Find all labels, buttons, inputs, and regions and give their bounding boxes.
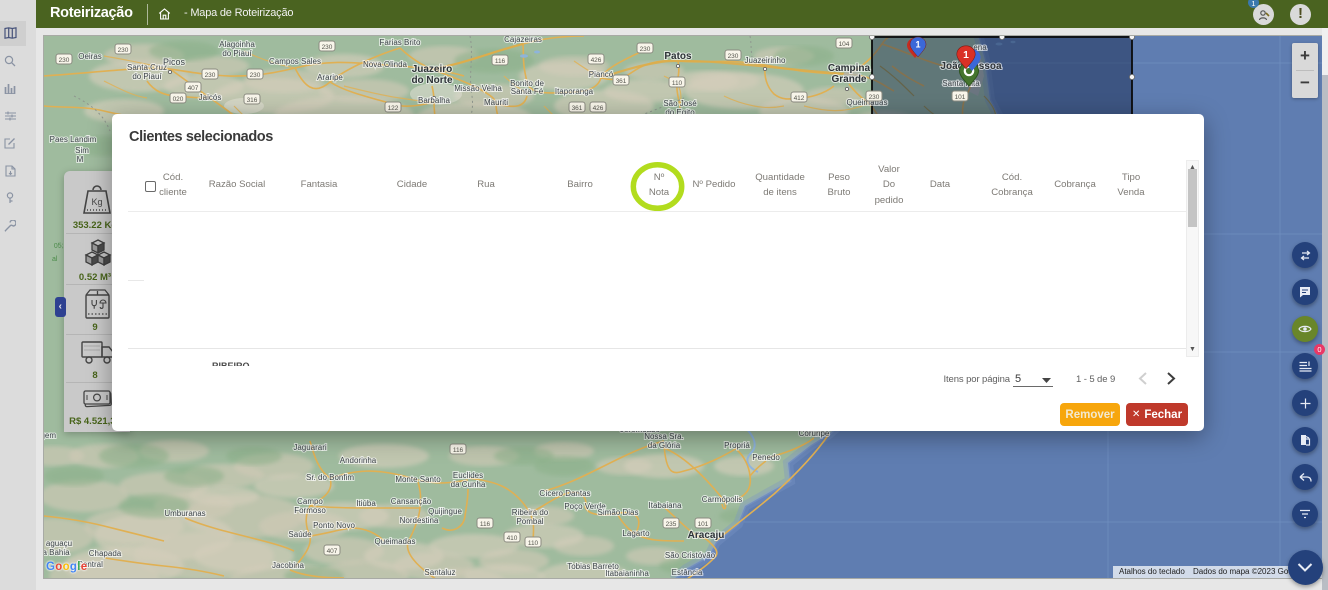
- svg-text:Euclides: Euclides: [453, 471, 483, 480]
- svg-text:Propriá: Propriá: [724, 441, 750, 450]
- svg-text:Itabaianinha: Itabaianinha: [605, 569, 649, 578]
- svg-text:Alagoinha: Alagoinha: [219, 40, 255, 49]
- svg-text:Lagarto: Lagarto: [622, 529, 650, 538]
- svg-text:Carmópolis: Carmópolis: [702, 495, 742, 504]
- svg-text:aguaçu: aguaçu: [46, 539, 72, 548]
- svg-text:Ponto Novo: Ponto Novo: [313, 521, 355, 530]
- svg-text:Jaicós: Jaicós: [199, 93, 222, 102]
- svg-text:sagem: sagem: [44, 431, 56, 440]
- svg-text:407: 407: [188, 85, 199, 92]
- svg-text:Sr. do Bonfim: Sr. do Bonfim: [306, 473, 354, 482]
- svg-text:Picos: Picos: [163, 57, 186, 67]
- svg-text:Santa Cruz: Santa Cruz: [127, 63, 167, 72]
- svg-text:1: 1: [963, 50, 969, 61]
- svg-text:Cajazeiras: Cajazeiras: [504, 36, 542, 44]
- svg-text:116: 116: [480, 521, 491, 528]
- svg-text:Sim: Sim: [75, 146, 89, 155]
- svg-text:230: 230: [59, 57, 70, 64]
- svg-text:230: 230: [250, 72, 261, 79]
- svg-text:1: 1: [915, 40, 920, 50]
- svg-text:São Cristóvão: São Cristóvão: [665, 551, 716, 560]
- svg-text:316: 316: [247, 97, 258, 104]
- svg-text:230: 230: [322, 44, 333, 51]
- svg-text:Piancó: Piancó: [589, 70, 614, 79]
- svg-text:020: 020: [173, 96, 184, 103]
- svg-text:230: 230: [869, 94, 880, 101]
- svg-text:Itabaiana: Itabaiana: [649, 501, 682, 510]
- svg-text:do Piauí: do Piauí: [222, 49, 252, 58]
- svg-text:Jaguarari: Jaguarari: [293, 443, 327, 452]
- svg-text:101: 101: [955, 94, 966, 101]
- svg-text:230: 230: [205, 72, 216, 79]
- svg-text:Estância: Estância: [672, 568, 703, 577]
- svg-text:Grande: Grande: [831, 74, 866, 85]
- svg-text:122: 122: [388, 105, 399, 112]
- svg-text:407: 407: [327, 548, 338, 555]
- svg-text:412: 412: [794, 95, 805, 102]
- svg-text:Nova Olinda: Nova Olinda: [363, 60, 408, 69]
- svg-text:Simão Dias: Simão Dias: [598, 508, 639, 517]
- svg-text:Saúde: Saúde: [288, 530, 312, 539]
- svg-text:Campina: Campina: [828, 63, 871, 74]
- svg-text:da Glória: da Glória: [648, 441, 681, 450]
- svg-text:110: 110: [528, 540, 539, 547]
- svg-text:426: 426: [593, 105, 604, 112]
- svg-text:Juazeiro: Juazeiro: [412, 64, 453, 75]
- svg-text:Itiúba: Itiúba: [356, 499, 376, 508]
- svg-text:Paes Landim: Paes Landim: [50, 135, 97, 144]
- svg-text:Jacobina: Jacobina: [272, 561, 305, 570]
- svg-text:Ribeira do: Ribeira do: [512, 508, 549, 517]
- svg-text:235: 235: [666, 521, 677, 528]
- svg-text:Barbalha: Barbalha: [418, 96, 451, 105]
- svg-text:Pombal: Pombal: [516, 517, 543, 526]
- svg-text:a Bahia: a Bahia: [44, 548, 70, 557]
- svg-text:M: M: [77, 155, 84, 164]
- svg-text:do Norte: do Norte: [411, 75, 453, 86]
- svg-text:Penedo: Penedo: [752, 453, 780, 462]
- svg-text:116: 116: [453, 447, 464, 454]
- svg-text:05;: 05;: [54, 242, 64, 250]
- svg-text:Andorinha: Andorinha: [340, 456, 377, 465]
- svg-text:Oeiras: Oeiras: [78, 52, 102, 61]
- svg-text:Nordestina: Nordestina: [400, 516, 439, 525]
- svg-text:104: 104: [839, 41, 850, 48]
- svg-text:Campo: Campo: [297, 497, 323, 506]
- svg-text:Araripe: Araripe: [317, 73, 343, 82]
- svg-text:361: 361: [616, 78, 627, 85]
- svg-text:361: 361: [572, 105, 583, 112]
- svg-text:410: 410: [507, 535, 518, 542]
- svg-text:Santa Rita: Santa Rita: [942, 79, 980, 88]
- svg-text:Santaluz: Santaluz: [424, 568, 455, 577]
- svg-text:Patos: Patos: [664, 51, 692, 62]
- svg-text:116: 116: [495, 58, 506, 65]
- svg-text:Quijingue: Quijingue: [428, 507, 462, 516]
- svg-text:Juazeirinho: Juazeirinho: [745, 56, 786, 65]
- svg-text:230: 230: [728, 53, 739, 60]
- svg-text:230: 230: [118, 47, 129, 54]
- svg-text:Cícero Dantas: Cícero Dantas: [539, 489, 590, 498]
- svg-text:426: 426: [591, 57, 602, 64]
- svg-text:Kg: Kg: [91, 197, 102, 207]
- svg-text:Campos Sales: Campos Sales: [269, 57, 321, 66]
- svg-text:Umburanas: Umburanas: [164, 509, 205, 518]
- svg-text:Queimadas: Queimadas: [375, 537, 416, 546]
- svg-text:Aracaju: Aracaju: [688, 530, 725, 541]
- svg-text:110: 110: [672, 80, 683, 87]
- svg-text:Itaporanga: Itaporanga: [555, 87, 594, 96]
- svg-text:230: 230: [640, 46, 651, 53]
- svg-text:Farias Brito: Farias Brito: [380, 38, 421, 47]
- svg-text:do Piauí: do Piauí: [132, 72, 162, 81]
- svg-text:101: 101: [698, 521, 709, 528]
- svg-text:da Cunha: da Cunha: [451, 480, 486, 489]
- svg-text:São José: São José: [663, 99, 697, 108]
- svg-text:Formoso: Formoso: [294, 506, 326, 515]
- svg-text:Chapada: Chapada: [89, 549, 122, 558]
- svg-text:Missão Velha: Missão Velha: [454, 84, 502, 93]
- svg-text:Monte Santo: Monte Santo: [395, 475, 441, 484]
- svg-text:al: al: [52, 256, 58, 263]
- svg-text:Mauriti: Mauriti: [484, 98, 508, 107]
- svg-text:Cansanção: Cansanção: [391, 497, 432, 506]
- svg-text:Santa Fé: Santa Fé: [511, 87, 544, 96]
